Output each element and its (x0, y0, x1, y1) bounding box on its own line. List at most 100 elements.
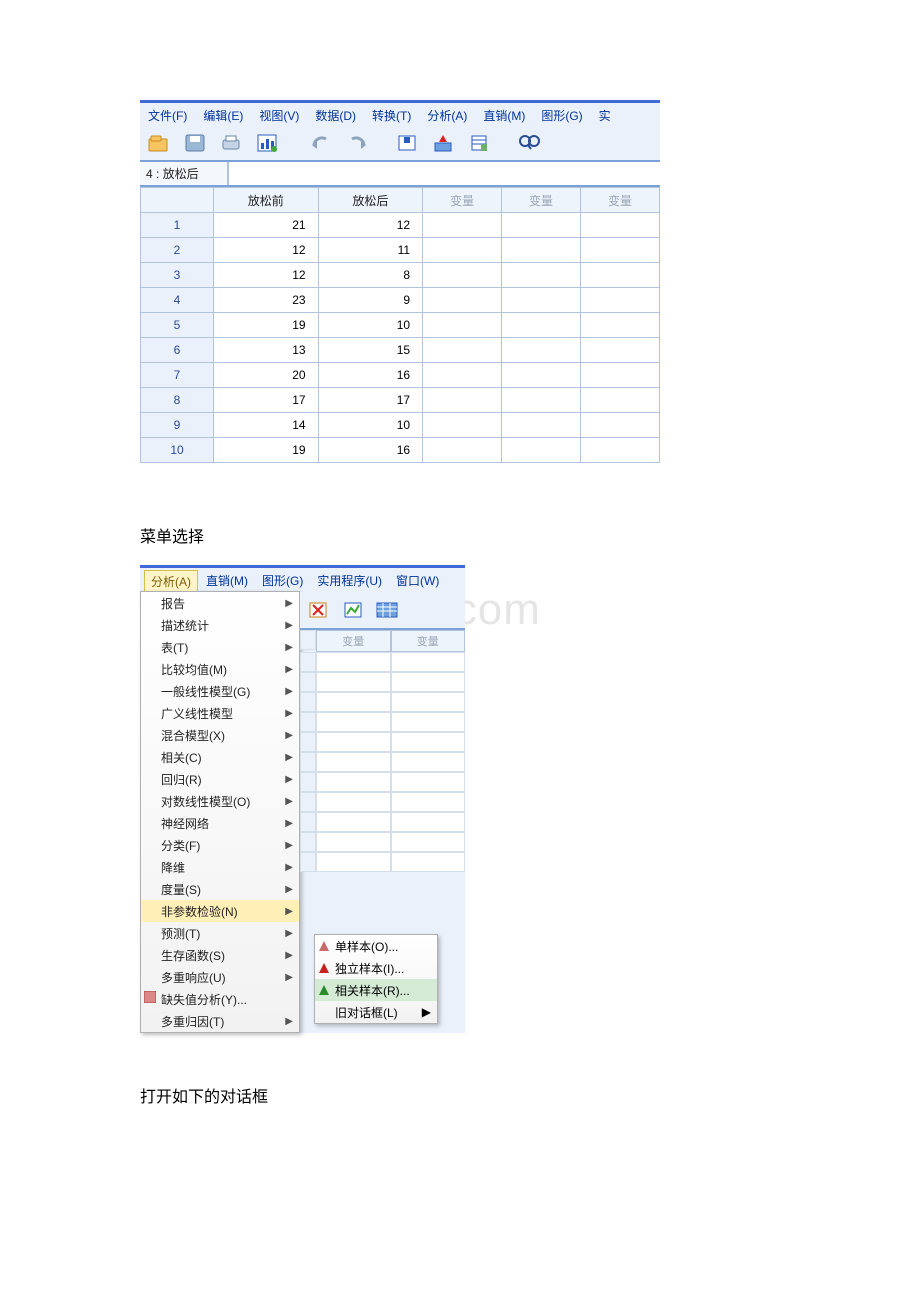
cell-empty[interactable] (502, 413, 581, 438)
menu-analyze[interactable]: 分析(A) (421, 105, 473, 126)
cell-before[interactable]: 19 (214, 313, 319, 338)
dropdown-item[interactable]: 相关(C)▶ (141, 746, 299, 768)
chart-icon[interactable] (252, 129, 282, 157)
cell-empty[interactable] (502, 313, 581, 338)
dropdown-item[interactable]: 混合模型(X)▶ (141, 724, 299, 746)
menu-transform[interactable]: 转换(T) (366, 105, 417, 126)
select-cases-icon[interactable] (464, 129, 494, 157)
cell-empty[interactable] (502, 438, 581, 463)
cell-empty[interactable] (502, 238, 581, 263)
mini-cell[interactable] (391, 832, 466, 852)
menu2-graphs[interactable]: 图形(G) (256, 570, 309, 592)
table-row[interactable]: 12112 (141, 213, 660, 238)
menu-edit[interactable]: 编辑(E) (197, 105, 249, 126)
submenu-item[interactable]: 独立样本(I)... (315, 957, 437, 979)
mini-cell[interactable] (316, 712, 391, 732)
mini-cell[interactable] (316, 652, 391, 672)
mini-cell[interactable] (316, 832, 391, 852)
mini-cell[interactable] (316, 852, 391, 872)
table-row[interactable]: 101916 (141, 438, 660, 463)
row-number[interactable]: 7 (141, 363, 214, 388)
dropdown-item[interactable]: 描述统计▶ (141, 614, 299, 636)
mini-cell[interactable] (391, 792, 466, 812)
menu-direct-marketing[interactable]: 直销(M) (477, 105, 531, 126)
cell-value-input[interactable] (228, 162, 660, 185)
cell-empty[interactable] (502, 288, 581, 313)
menu2-utilities[interactable]: 实用程序(U) (311, 570, 388, 592)
cell-after[interactable]: 12 (318, 213, 423, 238)
toolbar2-icon1[interactable] (304, 596, 334, 624)
row-number[interactable]: 1 (141, 213, 214, 238)
cell-empty[interactable] (581, 238, 660, 263)
row-number[interactable]: 10 (141, 438, 214, 463)
table-row[interactable]: 21211 (141, 238, 660, 263)
mini-cell[interactable] (391, 692, 466, 712)
mini-cell[interactable] (316, 692, 391, 712)
row-number[interactable]: 9 (141, 413, 214, 438)
dropdown-item[interactable]: 多重归因(T)▶ (141, 1010, 299, 1032)
cell-empty[interactable] (581, 413, 660, 438)
menu-view[interactable]: 视图(V) (253, 105, 305, 126)
submenu-item[interactable]: 旧对话框(L)▶ (315, 1001, 437, 1023)
row-number[interactable]: 3 (141, 263, 214, 288)
dropdown-item[interactable]: 多重响应(U)▶ (141, 966, 299, 988)
col-var3[interactable]: 变量 (581, 188, 660, 213)
dropdown-item[interactable]: 比较均值(M)▶ (141, 658, 299, 680)
cell-empty[interactable] (581, 438, 660, 463)
cell-empty[interactable] (502, 338, 581, 363)
dropdown-item[interactable]: 预测(T)▶ (141, 922, 299, 944)
dropdown-item[interactable]: 回归(R)▶ (141, 768, 299, 790)
mini-cell[interactable] (391, 732, 466, 752)
cell-empty[interactable] (581, 388, 660, 413)
mini-cell[interactable] (391, 652, 466, 672)
dropdown-item[interactable]: 降维▶ (141, 856, 299, 878)
open-icon[interactable] (144, 129, 174, 157)
cell-empty[interactable] (581, 263, 660, 288)
cell-after[interactable]: 10 (318, 313, 423, 338)
toolbar2-icon2[interactable] (338, 596, 368, 624)
cell-after[interactable]: 15 (318, 338, 423, 363)
row-number[interactable]: 8 (141, 388, 214, 413)
cell-empty[interactable] (423, 413, 502, 438)
cell-empty[interactable] (423, 438, 502, 463)
cell-before[interactable]: 12 (214, 238, 319, 263)
cell-empty[interactable] (581, 338, 660, 363)
cell-empty[interactable] (581, 288, 660, 313)
cell-after[interactable]: 10 (318, 413, 423, 438)
cell-before[interactable]: 12 (214, 263, 319, 288)
cell-empty[interactable] (423, 238, 502, 263)
cell-before[interactable]: 19 (214, 438, 319, 463)
mini-cell[interactable] (316, 792, 391, 812)
dropdown-item[interactable]: 非参数检验(N)▶ (141, 900, 299, 922)
cell-empty[interactable] (423, 213, 502, 238)
cell-empty[interactable] (581, 213, 660, 238)
mini-col-var1[interactable]: 变量 (316, 630, 391, 652)
dropdown-item[interactable]: 缺失值分析(Y)... (141, 988, 299, 1010)
cell-after[interactable]: 9 (318, 288, 423, 313)
goto-case-icon[interactable] (392, 129, 422, 157)
table-row[interactable]: 61315 (141, 338, 660, 363)
menu-graphs[interactable]: 图形(G) (535, 105, 588, 126)
dropdown-item[interactable]: 神经网络▶ (141, 812, 299, 834)
mini-cell[interactable] (391, 712, 466, 732)
redo-icon[interactable] (342, 129, 372, 157)
cell-before[interactable]: 13 (214, 338, 319, 363)
table-row[interactable]: 91410 (141, 413, 660, 438)
row-number[interactable]: 2 (141, 238, 214, 263)
submenu-item[interactable]: 单样本(O)... (315, 935, 437, 957)
mini-cell[interactable] (316, 672, 391, 692)
cell-after[interactable]: 17 (318, 388, 423, 413)
col-after[interactable]: 放松后 (318, 188, 423, 213)
table-row[interactable]: 3128 (141, 263, 660, 288)
mini-cell[interactable] (391, 752, 466, 772)
cell-empty[interactable] (423, 388, 502, 413)
dropdown-item[interactable]: 对数线性模型(O)▶ (141, 790, 299, 812)
cell-empty[interactable] (502, 263, 581, 288)
menu2-window[interactable]: 窗口(W) (390, 570, 445, 592)
mini-cell[interactable] (316, 752, 391, 772)
menu2-analyze[interactable]: 分析(A) (144, 570, 198, 592)
dropdown-item[interactable]: 分类(F)▶ (141, 834, 299, 856)
variables-icon[interactable] (428, 129, 458, 157)
cell-empty[interactable] (423, 363, 502, 388)
col-var2[interactable]: 变量 (502, 188, 581, 213)
